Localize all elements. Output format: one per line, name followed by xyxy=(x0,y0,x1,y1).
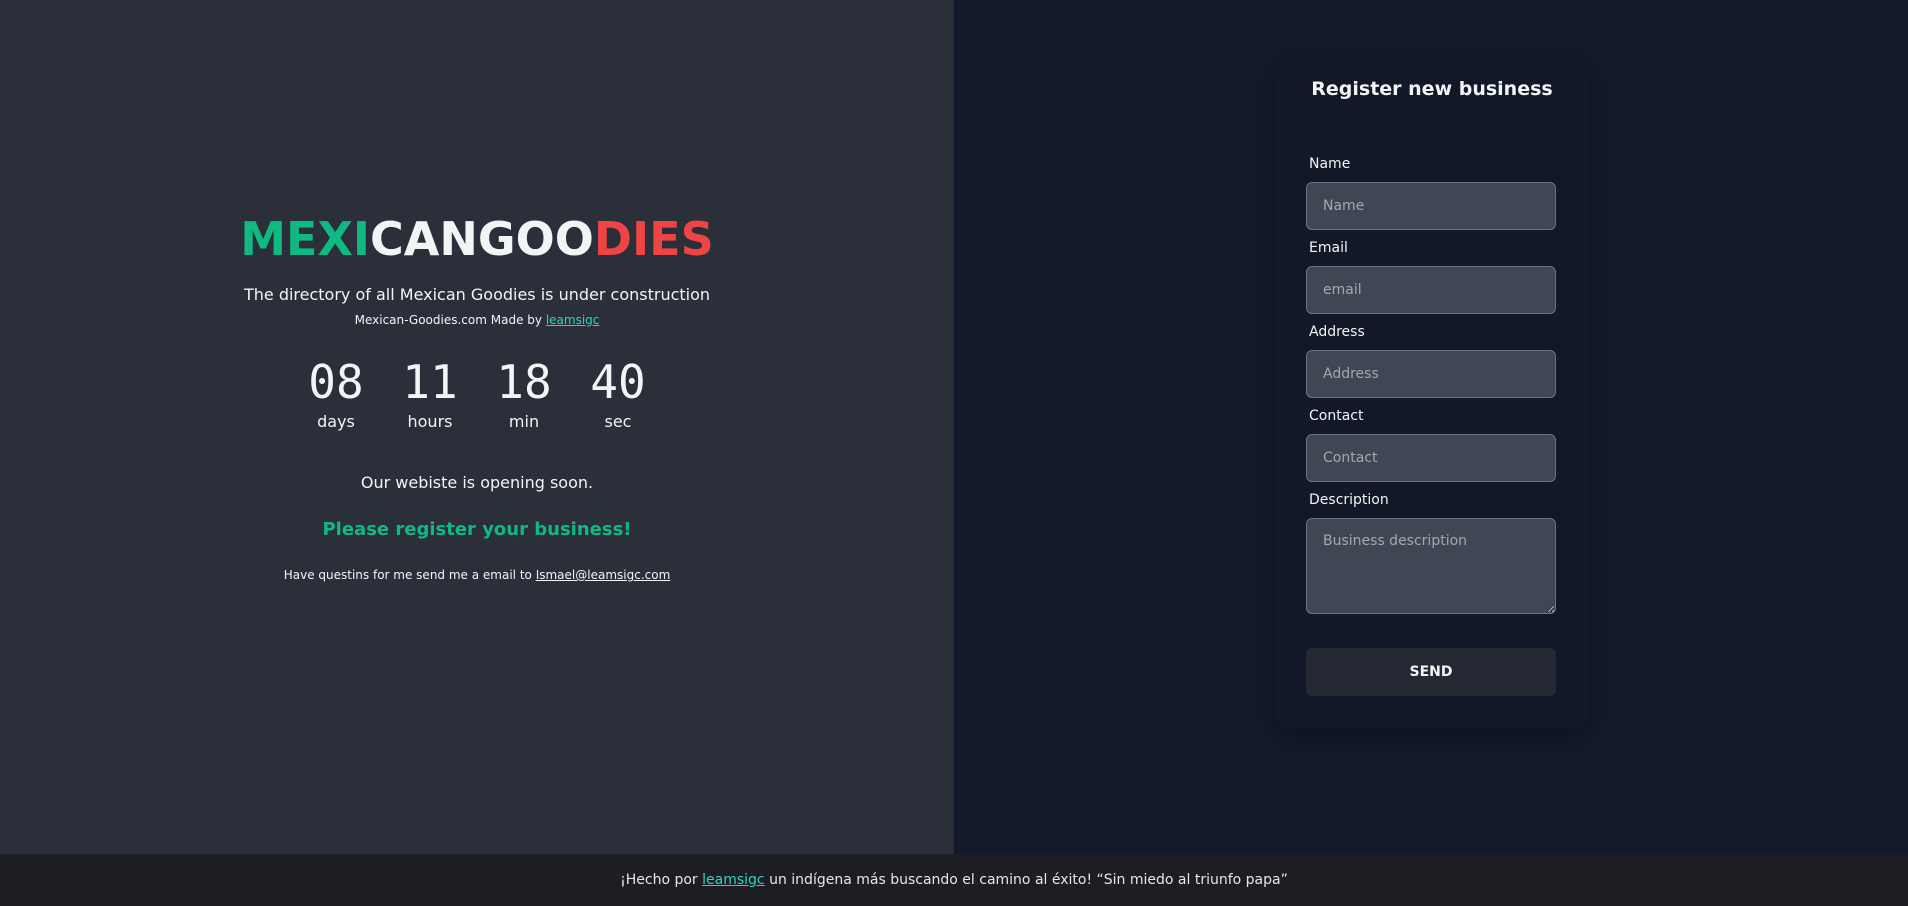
left-panel: MEXICANGOODIES The directory of all Mexi… xyxy=(0,0,954,854)
contact-email-link[interactable]: Ismael@leamsigc.com xyxy=(536,568,671,582)
logo-part-green: MEXI xyxy=(240,212,371,266)
made-by-line: Mexican-Goodies.com Made by leamsigc xyxy=(0,313,954,327)
form-title: Register new business xyxy=(1311,78,1553,100)
email-input[interactable] xyxy=(1306,266,1556,314)
contact-field-group: Contact xyxy=(1306,408,1556,482)
address-input[interactable] xyxy=(1306,350,1556,398)
logo-part-red: DIES xyxy=(593,212,714,266)
countdown-label: min xyxy=(508,412,540,431)
description-field-group: Description xyxy=(1306,492,1556,618)
description-label: Description xyxy=(1309,492,1389,508)
footer: ¡Hecho por leamsigc un indígena más busc… xyxy=(0,854,1908,906)
made-by-text: Mexican-Goodies.com Made by xyxy=(354,313,542,327)
countdown-minutes: 18 min xyxy=(490,356,558,431)
right-panel: Register new business Name Email Address… xyxy=(954,0,1908,854)
register-call-to-action: Please register your business! xyxy=(322,519,632,540)
countdown-value: 08 xyxy=(308,355,364,409)
address-field-group: Address xyxy=(1306,324,1556,398)
countdown-value: 11 xyxy=(402,355,458,409)
contact-text: Have questins for me send me a email to xyxy=(283,568,532,582)
name-input[interactable] xyxy=(1306,182,1556,230)
description-textarea[interactable] xyxy=(1306,518,1556,614)
countdown-label: hours xyxy=(407,412,453,431)
author-link[interactable]: leamsigc xyxy=(546,313,600,327)
tagline: The directory of all Mexican Goodies is … xyxy=(243,285,711,304)
contact-label: Contact xyxy=(1309,408,1364,424)
countdown-days: 08 days xyxy=(302,356,370,431)
footer-author-link[interactable]: leamsigc xyxy=(702,872,765,888)
name-field-group: Name xyxy=(1306,156,1556,230)
email-label: Email xyxy=(1309,240,1348,256)
contact-input[interactable] xyxy=(1306,434,1556,482)
footer-prefix: ¡Hecho por xyxy=(620,872,698,888)
countdown-value: 18 xyxy=(496,355,552,409)
countdown-value: 40 xyxy=(590,355,646,409)
address-label: Address xyxy=(1309,324,1365,340)
logo-part-white: CANGOO xyxy=(370,212,594,266)
countdown-label: sec xyxy=(604,412,632,431)
countdown-timer: 08 days 11 hours 18 min 40 sec xyxy=(0,356,954,431)
send-button[interactable]: SEND xyxy=(1306,648,1556,696)
countdown-seconds: 40 sec xyxy=(584,356,652,431)
site-logo: MEXICANGOODIES xyxy=(0,212,954,266)
footer-suffix: un indígena más buscando el camino al éx… xyxy=(769,872,1288,888)
name-label: Name xyxy=(1309,156,1351,172)
contact-line: Have questins for me send me a email to … xyxy=(0,568,954,582)
email-field-group: Email xyxy=(1306,240,1556,314)
register-business-form: Register new business Name Email Address… xyxy=(1275,60,1589,728)
opening-soon-text: Our webiste is opening soon. xyxy=(360,473,594,492)
countdown-label: days xyxy=(317,412,355,431)
countdown-hours: 11 hours xyxy=(396,356,464,431)
